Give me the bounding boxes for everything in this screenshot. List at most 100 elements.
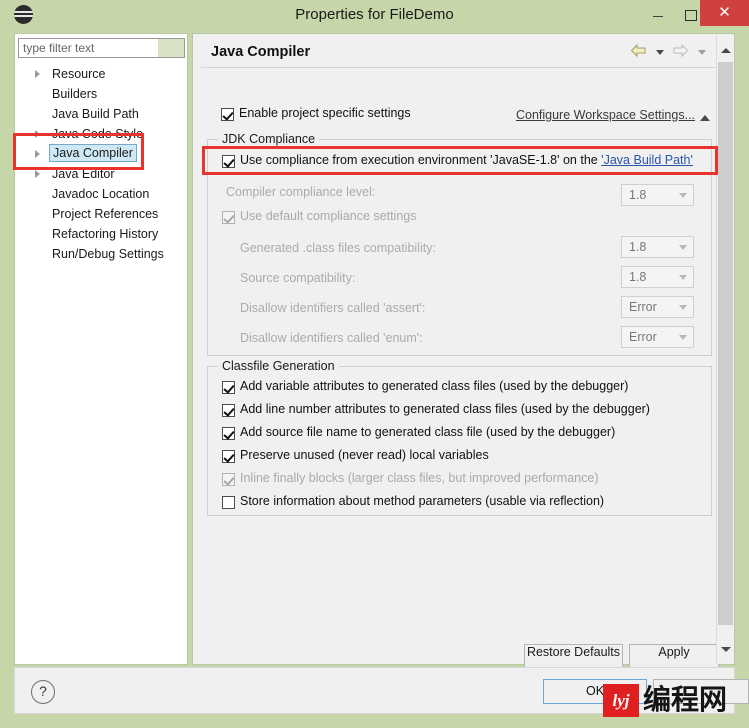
scroll-up-arrow-icon[interactable]	[717, 42, 734, 59]
use-default-compliance-checkbox[interactable]	[222, 211, 235, 224]
filter-field-wrap	[18, 38, 185, 58]
chevron-down-icon	[679, 335, 687, 340]
sidebar-item-label: Javadoc Location	[52, 187, 150, 201]
use-execution-environment-checkbox[interactable]	[222, 155, 235, 168]
sidebar-item-label: Run/Debug Settings	[52, 247, 164, 261]
chevron-up-icon[interactable]	[699, 111, 711, 123]
inline-finally-blocks-label: Inline finally blocks (larger class file…	[240, 471, 599, 485]
settings-tree: Resource Builders Java Build Path Java C…	[15, 64, 187, 264]
compiler-compliance-level-value: 1.8	[629, 188, 647, 202]
jdk-compliance-group: JDK Compliance Use compliance from execu…	[207, 132, 712, 356]
sidebar-item-project-references[interactable]: Project References	[15, 204, 187, 224]
add-variable-attributes-label: Add variable attributes to generated cla…	[240, 379, 629, 393]
enable-project-specific-row: Enable project specific settings Configu…	[221, 106, 719, 126]
jdk-compliance-title: JDK Compliance	[218, 132, 320, 146]
sidebar-item-java-editor[interactable]: Java Editor	[15, 164, 187, 184]
source-compat-label: Source compatibility:	[240, 271, 356, 285]
ok-button[interactable]: OK	[543, 679, 647, 704]
sidebar-item-resource[interactable]: Resource	[15, 64, 187, 84]
sidebar-item-label: Builders	[52, 87, 98, 101]
dialog-body: Resource Builders Java Build Path Java C…	[13, 33, 735, 673]
header-divider	[201, 67, 728, 68]
forward-history-chevron-down-icon[interactable]	[696, 44, 708, 58]
compiler-compliance-level-label: Compiler compliance level:	[226, 185, 376, 199]
minimize-button[interactable]	[645, 2, 671, 28]
chevron-right-icon	[35, 170, 40, 178]
navigation-toolbar	[628, 42, 726, 64]
title-bar: Properties for FileDemo ✕	[0, 0, 749, 30]
add-source-file-name-checkbox[interactable]	[222, 427, 235, 440]
add-source-file-name-label: Add source file name to generated class …	[240, 425, 616, 439]
disallow-assert-value: Error	[629, 300, 657, 314]
window-title: Properties for FileDemo	[295, 6, 454, 23]
add-variable-attributes-checkbox[interactable]	[222, 381, 235, 394]
sidebar-item-java-build-path[interactable]: Java Build Path	[15, 104, 187, 124]
generated-class-compat-value: 1.8	[629, 240, 647, 254]
sidebar-item-label: Java Compiler	[49, 144, 137, 162]
dialog-footer: ? OK	[14, 667, 749, 714]
use-execution-environment-text: Use compliance from execution environmen…	[240, 153, 602, 167]
page-title: Java Compiler	[211, 44, 311, 60]
chevron-right-icon	[35, 150, 40, 158]
sidebar-item-java-code-style[interactable]: Java Code Style	[15, 124, 187, 144]
sidebar-item-refactoring-history[interactable]: Refactoring History	[15, 224, 187, 244]
store-method-parameters-label: Store information about method parameter…	[240, 494, 605, 508]
restore-defaults-button[interactable]: Restore Defaults	[524, 644, 623, 668]
sidebar-item-javadoc-location[interactable]: Javadoc Location	[15, 184, 187, 204]
generated-class-compat-label: Generated .class files compatibility:	[240, 241, 436, 255]
generated-class-compat-dropdown[interactable]: 1.8	[621, 236, 694, 258]
source-compat-dropdown[interactable]: 1.8	[621, 266, 694, 288]
settings-tree-panel: Resource Builders Java Build Path Java C…	[14, 33, 188, 665]
sidebar-item-run-debug-settings[interactable]: Run/Debug Settings	[15, 244, 187, 264]
inline-finally-blocks-checkbox[interactable]	[222, 473, 235, 486]
preserve-unused-locals-checkbox[interactable]	[222, 450, 235, 463]
back-history-chevron-down-icon[interactable]	[654, 44, 666, 58]
classfile-generation-group: Classfile Generation Add variable attrib…	[207, 359, 712, 516]
java-build-path-link[interactable]: 'Java Build Path'	[601, 153, 693, 167]
scrollbar-thumb[interactable]	[718, 62, 733, 625]
enable-project-specific-checkbox[interactable]	[221, 108, 234, 121]
disallow-enum-label: Disallow identifiers called 'enum':	[240, 331, 423, 345]
sidebar-item-label: Project References	[52, 207, 159, 221]
sidebar-item-label: Resource	[52, 67, 106, 81]
filter-input[interactable]	[18, 38, 185, 58]
close-button[interactable]: ✕	[700, 0, 749, 26]
disallow-assert-label: Disallow identifiers called 'assert':	[240, 301, 426, 315]
disallow-enum-value: Error	[629, 330, 657, 344]
add-line-number-attributes-checkbox[interactable]	[222, 404, 235, 417]
close-icon: ✕	[718, 4, 731, 21]
compiler-compliance-level-dropdown[interactable]: 1.8	[621, 184, 694, 206]
use-default-compliance-label: Use default compliance settings	[240, 209, 417, 223]
chevron-right-icon	[35, 130, 40, 138]
question-mark-icon[interactable]: ?	[31, 680, 55, 704]
classfile-generation-title: Classfile Generation	[218, 359, 339, 373]
preserve-unused-locals-label: Preserve unused (never read) local varia…	[240, 448, 489, 462]
sidebar-item-label: Java Build Path	[52, 107, 139, 121]
chevron-down-icon	[679, 275, 687, 280]
use-execution-environment-label: Use compliance from execution environmen…	[240, 153, 693, 167]
chevron-down-icon	[679, 193, 687, 198]
source-compat-value: 1.8	[629, 270, 647, 284]
cancel-button[interactable]	[653, 679, 749, 704]
sidebar-item-label: Java Editor	[52, 167, 115, 181]
chevron-down-icon	[679, 305, 687, 310]
sidebar-item-label: Java Code Style	[52, 127, 144, 141]
properties-dialog: Properties for FileDemo ✕ Resource Build…	[0, 0, 749, 728]
scroll-down-arrow-icon[interactable]	[717, 641, 734, 658]
store-method-parameters-checkbox[interactable]	[222, 496, 235, 509]
disallow-assert-dropdown[interactable]: Error	[621, 296, 694, 318]
enable-project-specific-label: Enable project specific settings	[239, 106, 411, 120]
content-scrollbar[interactable]	[716, 34, 734, 664]
sidebar-item-builders[interactable]: Builders	[15, 84, 187, 104]
content-panel: Java Compiler Enable project specific se…	[192, 33, 735, 668]
add-line-number-attributes-label: Add line number attributes to generated …	[240, 402, 650, 416]
disallow-enum-dropdown[interactable]: Error	[621, 326, 694, 348]
chevron-down-icon	[679, 245, 687, 250]
chevron-right-icon	[35, 70, 40, 78]
configure-workspace-settings-link[interactable]: Configure Workspace Settings...	[516, 108, 695, 122]
arrow-forward-icon[interactable]	[672, 43, 689, 58]
arrow-back-icon[interactable]	[630, 43, 647, 58]
sidebar-item-label: Refactoring History	[52, 227, 159, 241]
apply-button[interactable]: Apply	[629, 644, 719, 668]
sidebar-item-java-compiler[interactable]: Java Compiler	[15, 144, 187, 164]
